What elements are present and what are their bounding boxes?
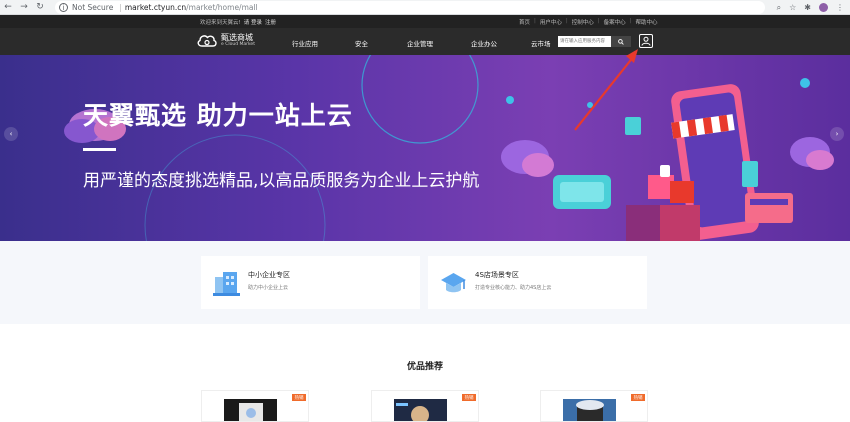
graduation-cap-icon (441, 273, 466, 293)
product-card[interactable]: 热销 (201, 390, 309, 422)
featured-section-title: 优品推荐 (406, 362, 443, 372)
nav-item-office[interactable]: 企业办公 (471, 38, 531, 48)
product-thumbnail (563, 399, 616, 421)
banner-next-arrow[interactable]: › (830, 127, 844, 141)
security-label: Not Secure (72, 3, 114, 12)
hero-banner[interactable]: ‹ › 天翼甄选 助力一站上云 用严谨的态度挑选精品,以高品质服务为企业上云护航 (0, 55, 850, 241)
card-description: 助力中小企业上云 (248, 285, 289, 291)
utility-bar: 欢迎来到天翼云! 请 登录 注册 首页 | 用户中心 | 控制中心 | 备案中心… (0, 15, 850, 28)
top-link-help-center[interactable]: 帮助中心 (636, 18, 658, 26)
user-icon (641, 36, 651, 46)
product-thumbnail (224, 399, 277, 421)
card-description: 打造专业核心能力、助力4S店上云 (475, 285, 552, 291)
omnibox-divider: | (119, 3, 122, 12)
main-header: 甄选商城 e Cloud Market 行业应用 安全 企业管理 企业办公 云市… (0, 28, 850, 55)
url-host: market.ctyun.cn (124, 3, 187, 12)
product-card[interactable]: 热销 (540, 390, 648, 422)
top-divider: | (597, 18, 600, 24)
zone-cards-section: 中小企业专区 助力中小企业上云 4S店场景专区 打造专业核心能力、助力4S店上云 (0, 241, 850, 324)
card-title: 中小企业专区 (248, 271, 290, 279)
top-link-filing-center[interactable]: 备案中心 (604, 18, 626, 26)
search-input[interactable] (558, 36, 611, 47)
user-account-button[interactable] (639, 34, 653, 48)
register-link[interactable]: 注册 (265, 18, 276, 26)
hot-sale-badge: 热销 (462, 394, 476, 401)
logo-subtitle: e Cloud Market (221, 42, 255, 47)
sme-zone-card[interactable]: 中小企业专区 助力中小企业上云 (201, 256, 420, 309)
hero-subtitle: 用严谨的态度挑选精品,以高品质服务为企业上云护航 (83, 171, 480, 191)
url-path: /market/home/mall (186, 3, 258, 12)
back-arrow-icon[interactable]: ← (0, 0, 16, 15)
hero-illustration (64, 55, 834, 241)
bookmark-star-icon[interactable]: ☆ (789, 3, 796, 12)
nav-item-security[interactable]: 安全 (355, 38, 407, 48)
welcome-text: 欢迎来到天翼云! (200, 20, 241, 26)
nav-item-enterprise-mgmt[interactable]: 企业管理 (407, 38, 471, 48)
cloud-logo-icon (197, 35, 217, 47)
4s-store-zone-card[interactable]: 4S店场景专区 打造专业核心能力、助力4S店上云 (428, 256, 647, 309)
top-link-control-center[interactable]: 控制中心 (572, 18, 594, 26)
forward-arrow-icon[interactable]: → (16, 0, 32, 15)
site-logo[interactable]: 甄选商城 e Cloud Market (197, 33, 255, 47)
main-nav: 行业应用 安全 企业管理 企业办公 云市场 (292, 38, 551, 48)
address-bar[interactable]: i Not Secure | market.ctyun.cn/market/ho… (55, 1, 765, 14)
nav-item-industry[interactable]: 行业应用 (292, 38, 355, 48)
login-link[interactable]: 请 登录 (244, 18, 262, 26)
browser-toolbar: ← → ↻ i Not Secure | market.ctyun.cn/mar… (0, 0, 850, 15)
product-thumbnail (394, 399, 447, 421)
hot-sale-badge: 热销 (292, 394, 306, 401)
info-icon[interactable]: i (59, 3, 68, 12)
card-title: 4S店场景专区 (475, 271, 519, 279)
nav-item-cloud-market[interactable]: 云市场 (531, 38, 551, 48)
top-link-user-center[interactable]: 用户中心 (540, 18, 562, 26)
hero-title: 天翼甄选 助力一站上云 (83, 101, 353, 130)
top-divider: | (565, 18, 568, 24)
banner-prev-arrow[interactable]: ‹ (4, 127, 18, 141)
hero-divider (83, 148, 116, 151)
search-box (558, 36, 631, 47)
top-divider: | (629, 18, 632, 24)
product-card[interactable]: 热销 (371, 390, 479, 422)
search-icon (618, 38, 624, 45)
top-divider: | (534, 18, 536, 24)
search-button[interactable] (611, 36, 631, 47)
zoom-icon[interactable]: ⌕ (777, 3, 781, 13)
menu-kebab-icon[interactable]: ⋮ (836, 3, 844, 12)
reload-icon[interactable]: ↻ (32, 0, 48, 15)
hot-sale-badge: 热销 (631, 394, 645, 401)
top-link-home[interactable]: 首页 (519, 18, 530, 26)
profile-avatar[interactable] (819, 3, 828, 12)
building-icon (213, 272, 240, 296)
logo-title: 甄选商城 (221, 33, 253, 42)
extensions-puzzle-icon[interactable]: ✱ (804, 3, 811, 12)
